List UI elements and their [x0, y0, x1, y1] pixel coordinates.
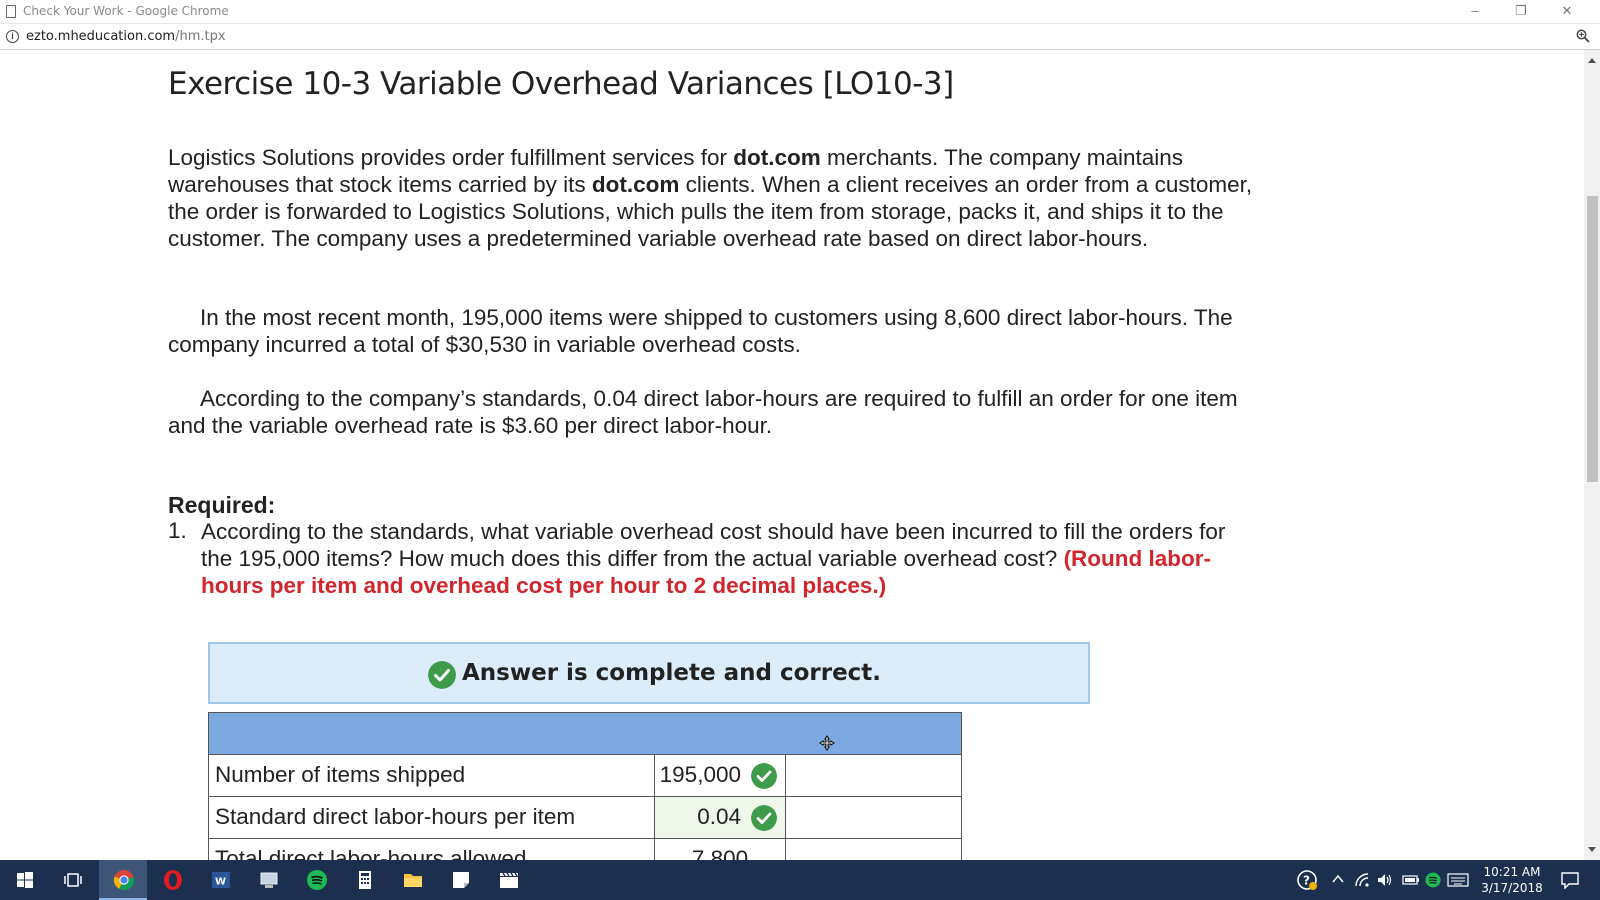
problem-paragraph-1: Logistics Solutions provides order fulfi…: [168, 144, 1253, 252]
check-circle-icon: [428, 661, 456, 689]
window-title: Check Your Work - Google Chrome: [23, 4, 229, 18]
close-button[interactable]: ✕: [1544, 0, 1590, 24]
scrollbar-thumb[interactable]: [1587, 196, 1598, 482]
table-header: [208, 712, 962, 755]
battery-icon[interactable]: [1402, 873, 1420, 887]
row-label: Standard direct labor-hours per item: [209, 797, 655, 838]
table-row: Number of items shipped 195,000: [208, 755, 962, 797]
clock-time: 10:21 AM: [1483, 865, 1541, 879]
url-path: /hm.tpx: [175, 29, 226, 44]
para1-bold-b: dot.com: [591, 172, 680, 197]
vertical-scrollbar[interactable]: [1584, 50, 1600, 860]
zoom-icon[interactable]: [1576, 29, 1590, 43]
page-icon: [6, 5, 16, 18]
move-cursor-icon: [819, 735, 835, 751]
para1-text-a: Logistics Solutions provides order fulfi…: [168, 145, 734, 170]
clock-date: 3/17/2018: [1481, 881, 1543, 895]
movie-maker-taskbar-button[interactable]: [484, 860, 532, 900]
row-label: Number of items shipped: [209, 755, 655, 796]
table-row: Total direct labor-hours allowed 7,800: [208, 839, 962, 860]
file-explorer-taskbar-button[interactable]: [388, 860, 436, 900]
correct-check-icon: [751, 763, 777, 789]
para3-text: According to the company’s standards, 0.…: [168, 386, 1238, 438]
url-text[interactable]: ezto.mheducation.com/hm.tpx: [26, 29, 226, 44]
calculator-icon: [359, 871, 371, 889]
sticky-note-icon: [453, 872, 469, 888]
address-bar[interactable]: i ezto.mheducation.com/hm.tpx: [0, 24, 1600, 50]
url-domain: ezto.mheducation.com: [26, 29, 176, 44]
svg-text:?: ?: [1303, 874, 1310, 888]
word-icon: W: [212, 872, 230, 888]
answer-value: 7,800: [691, 846, 749, 860]
windows-logo-icon: [17, 872, 33, 888]
requirement-number: 1.: [168, 518, 187, 543]
info-icon[interactable]: i: [6, 30, 19, 43]
problem-paragraph-3: According to the company’s standards, 0.…: [168, 385, 1253, 439]
computer-icon: [260, 872, 278, 888]
answer-input[interactable]: 0.04: [655, 797, 786, 838]
clapperboard-icon: [500, 872, 518, 888]
required-heading: Required:: [168, 492, 276, 518]
notification-icon[interactable]: [1560, 871, 1580, 889]
answer-value-cell: 7,800: [655, 839, 786, 860]
folder-icon: [404, 874, 422, 887]
spotify-taskbar-button[interactable]: [292, 860, 340, 900]
help-icon[interactable]: ?: [1296, 869, 1318, 891]
sticky-notes-taskbar-button[interactable]: [436, 860, 484, 900]
para2-text: In the most recent month, 195,000 items …: [168, 305, 1233, 357]
answer-value: 0.04: [697, 804, 741, 829]
scroll-down-arrow-icon[interactable]: [1588, 847, 1596, 852]
windows-taskbar: W ? 10:21 AM 3/17/2018: [0, 860, 1600, 900]
start-button[interactable]: [0, 860, 48, 900]
row-label: Total direct labor-hours allowed: [209, 839, 655, 860]
keyboard-icon[interactable]: [1447, 872, 1469, 888]
answer-value: 195,000: [659, 762, 741, 787]
task-view-icon: [64, 873, 82, 887]
calculator-taskbar-button[interactable]: [340, 860, 388, 900]
answer-status-text: Answer is complete and correct.: [462, 660, 882, 686]
requirement-1-text: According to the standards, what variabl…: [201, 518, 1241, 599]
opera-icon: [164, 870, 182, 890]
correct-check-icon: [751, 805, 777, 831]
chrome-icon: [113, 870, 135, 891]
problem-paragraph-2: In the most recent month, 195,000 items …: [168, 304, 1253, 358]
table-row: Standard direct labor-hours per item 0.0…: [208, 797, 962, 839]
restore-button[interactable]: ❐: [1498, 0, 1544, 24]
svg-text:W: W: [215, 877, 226, 888]
minimize-button[interactable]: –: [1452, 0, 1498, 24]
volume-icon[interactable]: [1376, 872, 1394, 888]
opera-taskbar-button[interactable]: [148, 860, 196, 900]
window-titlebar: Check Your Work - Google Chrome – ❐ ✕: [0, 0, 1600, 24]
answer-status-banner: Answer is complete and correct.: [208, 642, 1090, 704]
task-view-button[interactable]: [48, 860, 96, 900]
page-content: Exercise 10-3 Variable Overhead Variance…: [0, 50, 1584, 860]
chevron-up-icon[interactable]: [1332, 874, 1344, 884]
chrome-taskbar-button[interactable]: [99, 860, 147, 900]
exercise-title: Exercise 10-3 Variable Overhead Variance…: [168, 66, 954, 102]
answer-input[interactable]: 195,000: [655, 755, 786, 796]
spotify-tray-icon[interactable]: [1425, 872, 1441, 888]
para1-bold-a: dot.com: [733, 145, 821, 170]
word-taskbar-button[interactable]: W: [196, 860, 244, 900]
taskbar-clock[interactable]: 10:21 AM 3/17/2018: [1476, 864, 1548, 896]
wifi-icon[interactable]: [1354, 872, 1370, 888]
scroll-up-arrow-icon[interactable]: [1588, 58, 1596, 63]
network-app-taskbar-button[interactable]: [244, 860, 292, 900]
spotify-icon: [307, 870, 327, 890]
